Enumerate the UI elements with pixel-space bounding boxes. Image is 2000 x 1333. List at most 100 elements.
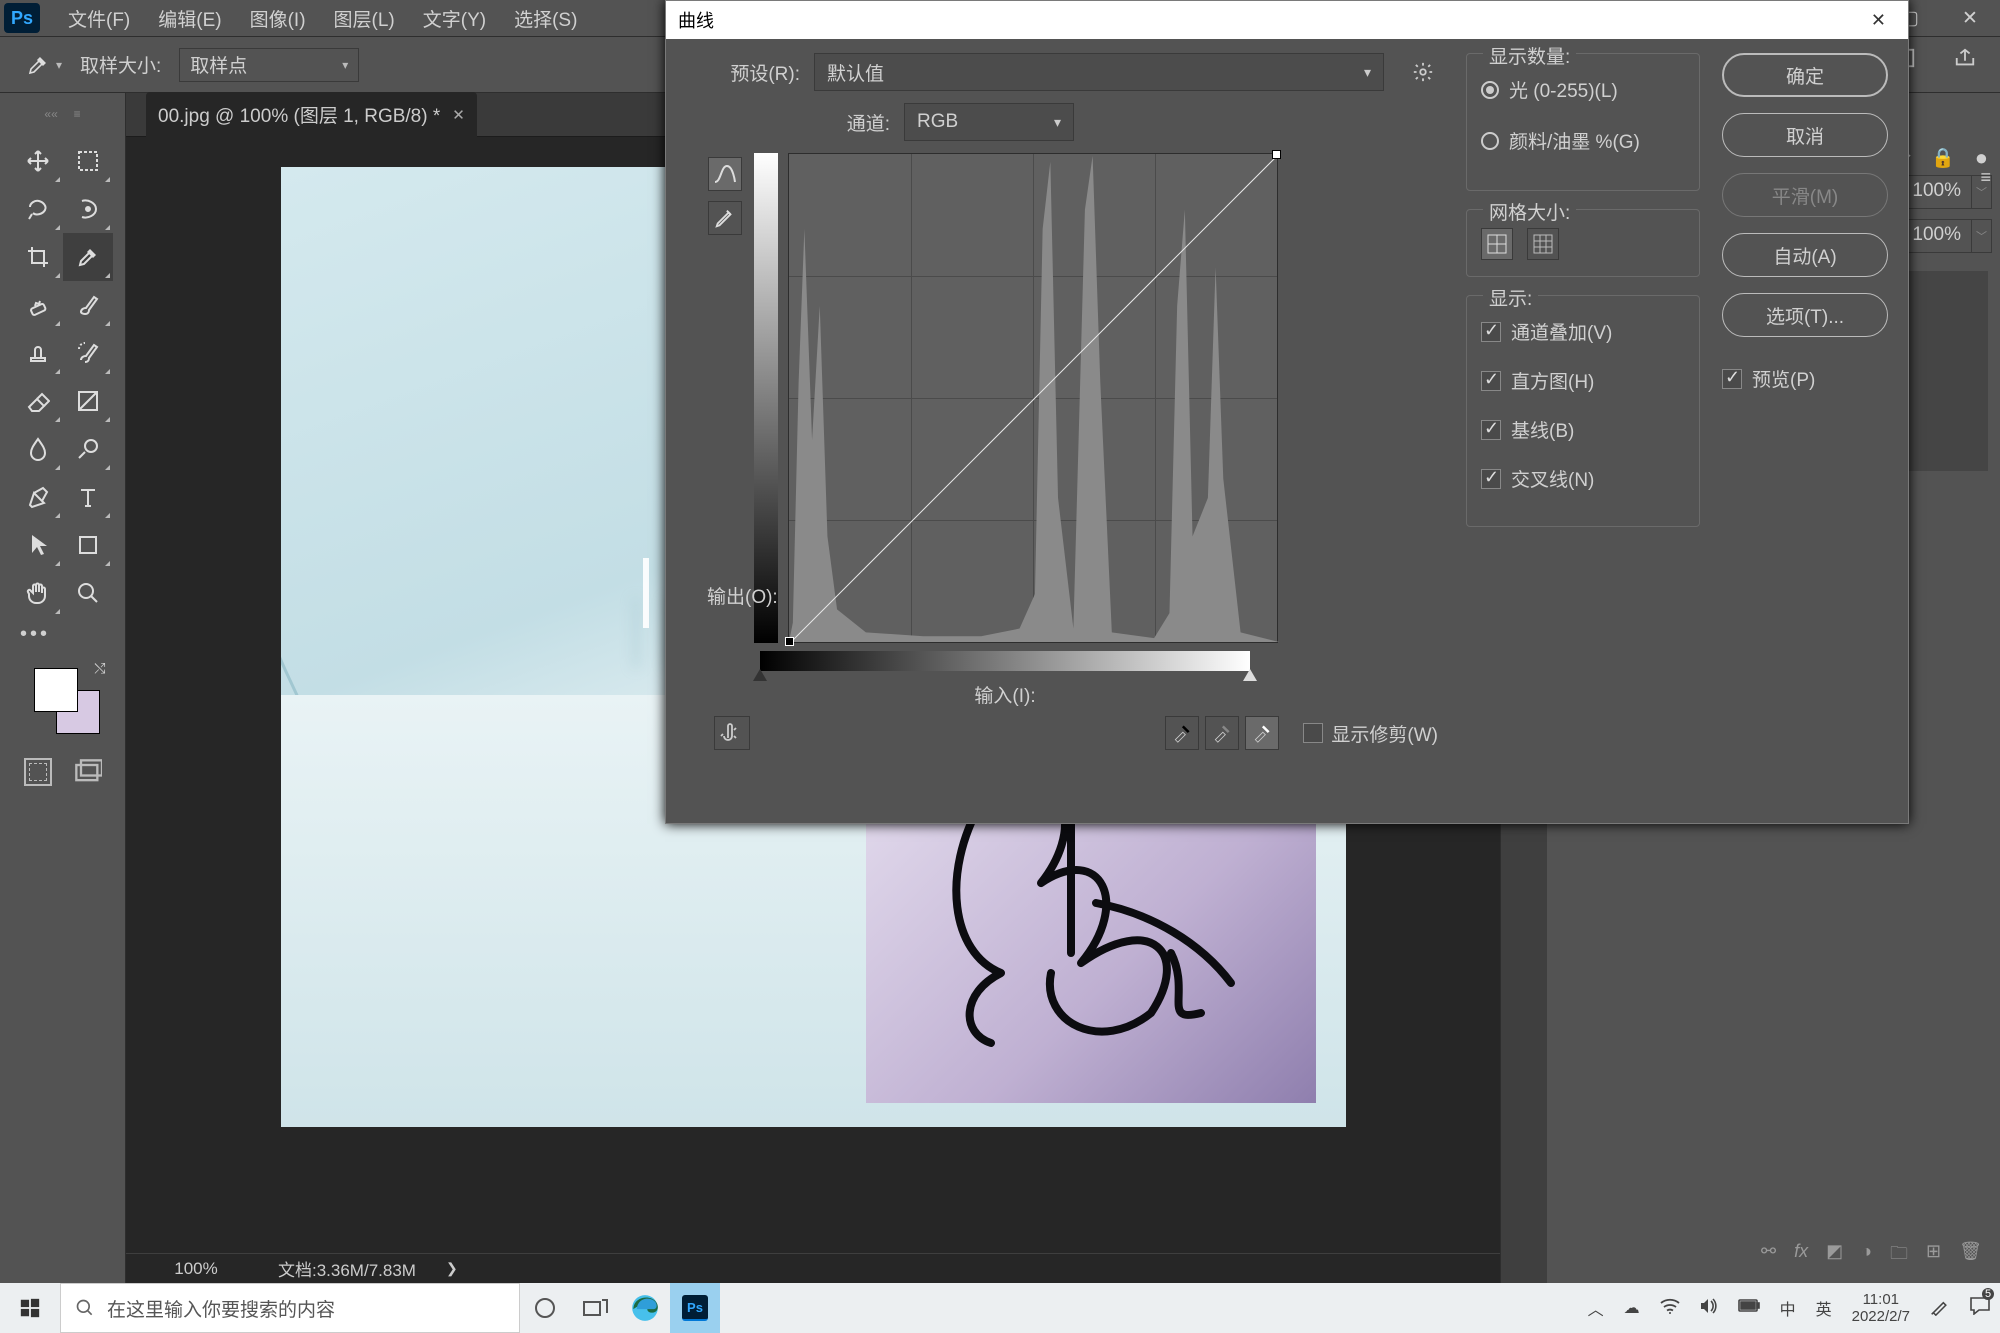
zoom-tool[interactable] [63,569,113,617]
photoshop-taskbar-icon[interactable]: Ps [670,1283,720,1333]
dodge-tool[interactable] [63,425,113,473]
marquee-tool[interactable] [63,137,113,185]
task-view-icon[interactable] [570,1283,620,1333]
color-swatches[interactable]: ⤭ [30,664,96,730]
lasso-tool[interactable] [13,185,63,233]
shape-tool[interactable] [63,521,113,569]
adjustment-layer-icon[interactable]: ◑ [1861,1241,1872,1271]
menu-file[interactable]: 文件(F) [54,0,144,38]
status-menu-icon[interactable]: ❯ [446,1260,458,1277]
auto-button[interactable]: 自动(A) [1722,233,1888,277]
stamp-tool[interactable] [13,329,63,377]
black-eyedropper[interactable] [1165,716,1199,750]
delete-layer-icon[interactable]: 🗑 [1959,1241,1982,1271]
white-eyedropper[interactable] [1245,716,1279,750]
crop-tool[interactable] [13,233,63,281]
type-tool[interactable] [63,473,113,521]
document-tab[interactable]: 00.jpg @ 100% (图层 1, RGB/8) * ✕ [146,92,477,137]
foreground-color-swatch[interactable] [34,668,78,712]
edge-icon[interactable] [620,1283,670,1333]
layer-fx-icon[interactable]: fx [1794,1241,1808,1271]
standard-mode-icon[interactable] [24,758,52,786]
white-point-slider[interactable] [1243,669,1257,681]
cancel-button[interactable]: 取消 [1722,113,1888,157]
opacity-arrow-icon[interactable]: ﹀ [1972,175,1992,209]
ime-lang[interactable]: 中 [1770,1296,1806,1320]
wifi-icon[interactable] [1650,1298,1690,1319]
pigment-radio[interactable]: 颜料/油墨 %(G) [1481,123,1685,158]
fill-value[interactable]: 100% [1900,219,1972,253]
intersection-checkbox[interactable]: 交叉线(N) [1481,461,1685,496]
tray-chevron-icon[interactable]: ︿ [1578,1296,1614,1320]
dialog-title-bar[interactable]: 曲线 ✕ [666,1,1908,39]
onedrive-icon[interactable]: ☁ [1614,1298,1650,1318]
battery-icon[interactable] [1728,1299,1770,1317]
grid-4x4-button[interactable] [1481,228,1513,260]
channel-select[interactable]: RGB [904,103,1074,141]
pen-tool[interactable] [13,473,63,521]
share-icon[interactable] [1950,43,1980,73]
curve-point-highlight[interactable] [1272,150,1281,159]
blur-tool[interactable] [13,425,63,473]
preset-settings-icon[interactable] [1408,57,1438,87]
edit-toolbar-button[interactable]: ••• [20,623,50,646]
histogram-checkbox[interactable]: 直方图(H) [1481,363,1685,398]
curve-point-tool[interactable] [708,157,742,191]
action-center-icon[interactable]: 5 [1960,1297,2000,1320]
gradient-tool[interactable] [63,377,113,425]
new-layer-icon[interactable]: ⊞ [1926,1241,1941,1271]
grid-10x10-button[interactable] [1527,228,1559,260]
cortana-icon[interactable] [520,1283,570,1333]
layer-group-icon[interactable]: 🗀 [1890,1241,1908,1271]
light-radio[interactable]: 光 (0-255)(L) [1481,72,1685,107]
move-tool[interactable] [13,137,63,185]
eraser-tool[interactable] [13,377,63,425]
link-layers-icon[interactable]: ⚯ [1761,1241,1776,1271]
menu-select[interactable]: 选择(S) [500,0,591,38]
fill-arrow-icon[interactable]: ﹀ [1972,219,1992,253]
menu-image[interactable]: 图像(I) [236,0,320,38]
ink-workspace-icon[interactable] [1920,1296,1960,1321]
screen-mode-icon[interactable] [74,758,102,786]
baseline-checkbox[interactable]: 基线(B) [1481,412,1685,447]
doc-size[interactable]: 文档:3.36M/7.83M [266,1256,416,1281]
taskbar-clock[interactable]: 11:01 2022/2/7 [1842,1291,1920,1325]
smooth-button[interactable]: 平滑(M) [1722,173,1888,217]
history-brush-tool[interactable] [63,329,113,377]
targeted-adjust-button[interactable] [714,716,750,750]
gray-eyedropper[interactable] [1205,716,1239,750]
channel-overlay-checkbox[interactable]: 通道叠加(V) [1481,314,1685,349]
options-button[interactable]: 选项(T)... [1722,293,1888,337]
hand-tool[interactable] [13,569,63,617]
taskbar-search[interactable]: 在这里输入你要搜索的内容 [60,1283,520,1333]
curve-graph[interactable]: 输出(O): [788,153,1278,643]
zoom-level[interactable]: 100% [126,1259,266,1279]
curve-point-shadow[interactable] [785,637,794,646]
menu-edit[interactable]: 编辑(E) [144,0,235,38]
opacity-value[interactable]: 100% [1900,175,1972,209]
menu-type[interactable]: 文字(Y) [409,0,500,38]
volume-icon[interactable] [1690,1298,1728,1319]
lock-icon[interactable]: 🔒 [1931,146,1955,170]
path-select-tool[interactable] [13,521,63,569]
ok-button[interactable]: 确定 [1722,53,1888,97]
start-button[interactable] [0,1283,60,1333]
quick-select-tool[interactable] [63,185,113,233]
black-point-slider[interactable] [753,669,767,681]
preview-checkbox[interactable]: 预览(P) [1722,365,1888,392]
ime-sub[interactable]: 英 [1806,1296,1842,1320]
window-close-button[interactable]: ✕ [1940,0,2000,37]
eyedropper-tool[interactable] [63,233,113,281]
swap-colors-icon[interactable]: ⤭ [94,660,105,677]
tool-preset-dropdown[interactable] [26,47,62,83]
show-clipping-checkbox[interactable] [1303,723,1323,743]
brush-tool[interactable] [63,281,113,329]
curve-pencil-tool[interactable] [708,201,742,235]
dialog-close-button[interactable]: ✕ [1861,6,1896,35]
preset-select[interactable]: 默认值 [814,53,1384,91]
menu-layer[interactable]: 图层(L) [320,0,409,38]
sample-size-select[interactable]: 取样点 ▾ [179,48,359,82]
close-tab-icon[interactable]: ✕ [452,106,465,124]
layer-mask-icon[interactable]: ◩ [1826,1241,1843,1271]
healing-brush-tool[interactable] [13,281,63,329]
